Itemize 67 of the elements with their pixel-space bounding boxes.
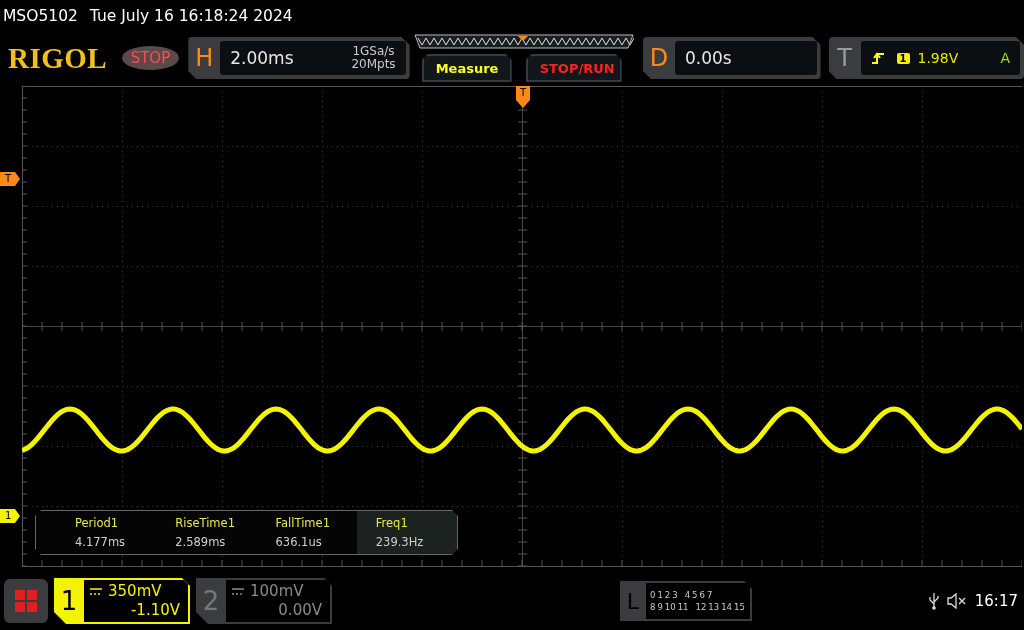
panel-letter: D <box>648 44 670 72</box>
channel-panel[interactable]: 1 350mV -1.10V <box>54 578 190 624</box>
measurement-item[interactable]: FallTime1 636.1us <box>256 511 357 554</box>
memory-depth: 20Mpts <box>351 58 396 71</box>
channel-offset: -1.10V <box>130 601 180 620</box>
clock-time: 16:17 <box>974 592 1018 610</box>
stop-run-button[interactable]: STOP/RUN <box>525 54 622 82</box>
measure-button[interactable]: Measure <box>421 54 512 82</box>
timebase-value: 2.00ms <box>230 48 294 68</box>
digital-channel-number: 13 <box>708 602 720 612</box>
vertical-scale: 350mV <box>108 582 162 601</box>
digital-channel-number: 12 <box>695 602 707 612</box>
measurement-name: FallTime1 <box>275 516 331 530</box>
digital-channel-number: 5 <box>692 590 698 600</box>
rising-edge-icon <box>870 51 885 65</box>
delay-value: 0.00s <box>685 48 732 68</box>
grid-menu-icon <box>15 590 37 612</box>
digital-channel-number: 0 <box>650 590 656 600</box>
channel-panel[interactable]: 2 100mV 0.00V <box>196 578 332 624</box>
menu-button[interactable] <box>4 579 48 623</box>
dc-coupling-icon <box>90 587 102 596</box>
measurement-value: 4.177ms <box>75 535 127 549</box>
measurement-item[interactable]: RiseTime1 2.589ms <box>156 511 257 554</box>
brand-logo: RIGOL <box>8 41 109 75</box>
model-name: MSO5102 <box>3 7 78 25</box>
channel-offset: 0.00V <box>278 601 322 620</box>
panel-letter: T <box>836 44 853 72</box>
sample-rate: 1GSa/s <box>352 45 395 58</box>
channel-number: 2 <box>201 585 221 618</box>
trigger-source: 1 <box>896 52 910 64</box>
digital-channel-number: 9 <box>657 602 663 612</box>
trigger-level: 1.98V <box>917 50 959 66</box>
digital-channel-number: 2 <box>664 590 671 600</box>
channel-offset-marker[interactable]: 1 <box>0 509 20 523</box>
channel-number: 1 <box>59 585 79 618</box>
usb-icon <box>928 592 939 610</box>
trigger-panel[interactable]: T 1 1.98V A <box>828 37 1024 79</box>
measurement-name: Period1 <box>75 516 120 530</box>
trigger-mode: A <box>1000 50 1010 66</box>
panel-letter: H <box>194 44 215 72</box>
measurement-item[interactable]: Freq1 239.3Hz <box>356 511 457 554</box>
digital-channel-number: 3 <box>672 590 678 600</box>
digital-channel-number: 1 <box>657 590 663 600</box>
panel-letter: L <box>625 587 641 616</box>
measurement-value: 636.1us <box>275 535 323 549</box>
trigger-position-marker[interactable]: T <box>516 86 530 108</box>
digital-channel-number: 10 <box>664 602 676 612</box>
dc-coupling-icon <box>232 587 244 596</box>
digital-channel-number: 14 <box>721 602 732 612</box>
measurement-item[interactable]: Period1 4.177ms <box>56 511 157 554</box>
measurement-value: 239.3Hz <box>375 535 425 549</box>
digital-channel-number: 4 <box>684 590 691 600</box>
measurement-value: 2.589ms <box>175 535 227 549</box>
delay-panel[interactable]: D 0.00s <box>643 37 821 79</box>
horizontal-panel[interactable]: H 2.00ms 1GSa/s 20Mpts <box>188 37 410 79</box>
digital-channel-number: 7 <box>706 590 713 600</box>
digital-channel-number: 6 <box>699 590 705 600</box>
date-time: Tue July 16 16:18:24 2024 <box>89 7 293 25</box>
digital-channel-number: 8 <box>650 602 656 612</box>
run-status-badge: STOP <box>121 46 180 70</box>
measurement-name: Freq1 <box>375 516 409 530</box>
logic-panel[interactable]: L 0 1 2 3 4 5 6 7 8 9 10 11 12 13 14 15 <box>620 581 752 621</box>
vertical-scale: 100mV <box>250 582 304 601</box>
trigger-level-marker[interactable]: T <box>0 172 20 186</box>
digital-channel-number: 11 <box>677 602 689 612</box>
digital-channel-number: 15 <box>734 602 745 612</box>
measurement-name: RiseTime1 <box>175 516 236 530</box>
